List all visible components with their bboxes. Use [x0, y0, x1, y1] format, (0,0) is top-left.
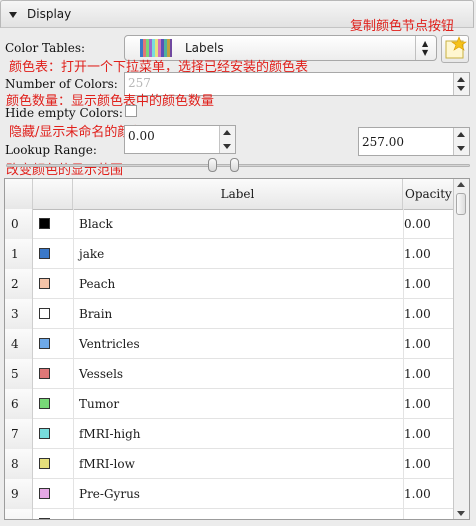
annotation-lookup-range: 改变颜色的显示范围 — [6, 163, 124, 178]
row-index-cell[interactable]: 2 — [5, 269, 33, 299]
row-opacity[interactable]: 1.00 — [404, 487, 431, 501]
row-label[interactable]: Brain — [79, 307, 112, 321]
collapse-triangle-icon[interactable] — [9, 12, 17, 18]
row-opacity[interactable]: 1.00 — [404, 397, 431, 411]
lookup-range-label: Lookup Range: — [5, 143, 97, 157]
color-swatch[interactable] — [39, 488, 50, 499]
row-index: 4 — [11, 337, 19, 351]
row-index-cell[interactable]: 1 — [5, 239, 33, 269]
lookup-range-min-handle[interactable] — [208, 158, 217, 172]
row-label[interactable]: Black — [79, 217, 113, 231]
row-opacity[interactable]: 1.00 — [404, 427, 431, 441]
row-index: 3 — [11, 307, 19, 321]
color-swatch[interactable] — [39, 248, 50, 259]
row-index-cell[interactable]: 3 — [5, 299, 33, 329]
lookup-range-min-spinbox[interactable]: 0.00 — [124, 125, 236, 154]
spinbox-arrows-icon[interactable] — [453, 128, 469, 155]
row-index-cell[interactable]: 4 — [5, 329, 33, 359]
row-label[interactable]: Tumor — [79, 397, 119, 411]
header-color-cell[interactable] — [33, 179, 73, 209]
row-label[interactable]: Ventricles — [79, 337, 140, 351]
scrollbar-thumb[interactable] — [456, 193, 466, 215]
row-label[interactable]: jake — [79, 247, 104, 261]
row-index-cell[interactable]: 8 — [5, 449, 33, 479]
hide-empty-colors-checkbox[interactable] — [125, 105, 137, 117]
row-opacity[interactable]: 0.00 — [404, 217, 431, 231]
number-of-colors-value: 257 — [128, 76, 151, 90]
row-index: 0 — [11, 217, 19, 231]
row-index-cell[interactable]: 5 — [5, 359, 33, 389]
row-label[interactable]: fMRI-low — [79, 457, 135, 471]
spinbox-arrows-icon[interactable] — [219, 126, 235, 153]
spinbox-arrows-icon[interactable] — [453, 73, 469, 95]
row-index-cell[interactable]: 10 — [5, 509, 33, 519]
row-index: 5 — [11, 367, 19, 381]
lookup-range-max-handle[interactable] — [230, 158, 239, 172]
color-tables-label: Color Tables: — [5, 41, 86, 55]
header-opacity[interactable]: Opacity — [403, 179, 454, 209]
scroll-up-icon[interactable] — [457, 182, 465, 187]
lookup-range-min-value: 0.00 — [128, 129, 155, 143]
color-swatch[interactable] — [39, 428, 50, 439]
row-label[interactable]: Post-Gyrus — [79, 517, 145, 519]
color-table-grid[interactable]: Label Opacity 0 Black 0.00 1 jake 1.00 2 Peach 1… — [4, 178, 470, 520]
color-swatch[interactable] — [39, 458, 50, 469]
copy-color-node-button[interactable] — [441, 35, 469, 63]
table-header: Label Opacity — [5, 179, 454, 210]
hide-empty-colors-label: Hide empty Colors: — [5, 106, 123, 120]
color-swatch[interactable] — [39, 278, 50, 289]
row-index-cell[interactable]: 0 — [5, 209, 33, 239]
row-opacity[interactable]: 1.00 — [404, 307, 431, 321]
number-of-colors-label: Number of Colors: — [5, 77, 118, 91]
section-title: Display — [27, 7, 72, 21]
row-index-cell[interactable]: 7 — [5, 419, 33, 449]
row-index: 6 — [11, 397, 19, 411]
header-index-cell[interactable] — [5, 179, 33, 209]
row-index: 9 — [11, 487, 19, 501]
scroll-down-icon[interactable] — [457, 511, 465, 516]
row-opacity[interactable]: 1.00 — [404, 277, 431, 291]
select-arrows-icon[interactable]: ▲ ▼ — [415, 36, 436, 60]
row-label[interactable]: Vessels — [79, 367, 123, 381]
color-swatch[interactable] — [39, 368, 50, 379]
color-table-preview-icon — [140, 39, 172, 57]
row-label[interactable]: Pre-Gyrus — [79, 487, 140, 501]
row-index: 10 — [11, 517, 26, 519]
color-swatch[interactable] — [39, 308, 50, 319]
color-swatch[interactable] — [39, 518, 50, 519]
lookup-range-max-value: 257.00 — [362, 135, 404, 149]
header-label[interactable]: Label — [73, 179, 403, 209]
annotation-copy-node: 复制颜色节点按钮 — [350, 19, 455, 34]
lookup-range-max-spinbox[interactable]: 257.00 — [358, 127, 470, 156]
row-index: 8 — [11, 457, 19, 471]
row-index: 2 — [11, 277, 19, 291]
row-index: 1 — [11, 247, 19, 261]
row-opacity[interactable]: 1.00 — [404, 337, 431, 351]
row-opacity[interactable]: 1.00 — [404, 457, 431, 471]
star-icon — [445, 36, 467, 59]
table-vertical-scrollbar[interactable] — [453, 179, 469, 519]
color-table-selected: Labels — [185, 41, 224, 55]
row-index-cell[interactable]: 9 — [5, 479, 33, 509]
row-label[interactable]: Peach — [79, 277, 115, 291]
row-opacity[interactable]: 1.00 — [404, 367, 431, 381]
row-index: 7 — [11, 427, 19, 441]
row-label[interactable]: fMRI-high — [79, 427, 141, 441]
color-swatch[interactable] — [39, 338, 50, 349]
row-opacity[interactable]: 1.00 — [404, 247, 431, 261]
row-index-cell[interactable]: 6 — [5, 389, 33, 419]
row-opacity[interactable]: 1.00 — [404, 517, 431, 519]
color-swatch[interactable] — [39, 398, 50, 409]
color-swatch[interactable] — [39, 218, 50, 229]
